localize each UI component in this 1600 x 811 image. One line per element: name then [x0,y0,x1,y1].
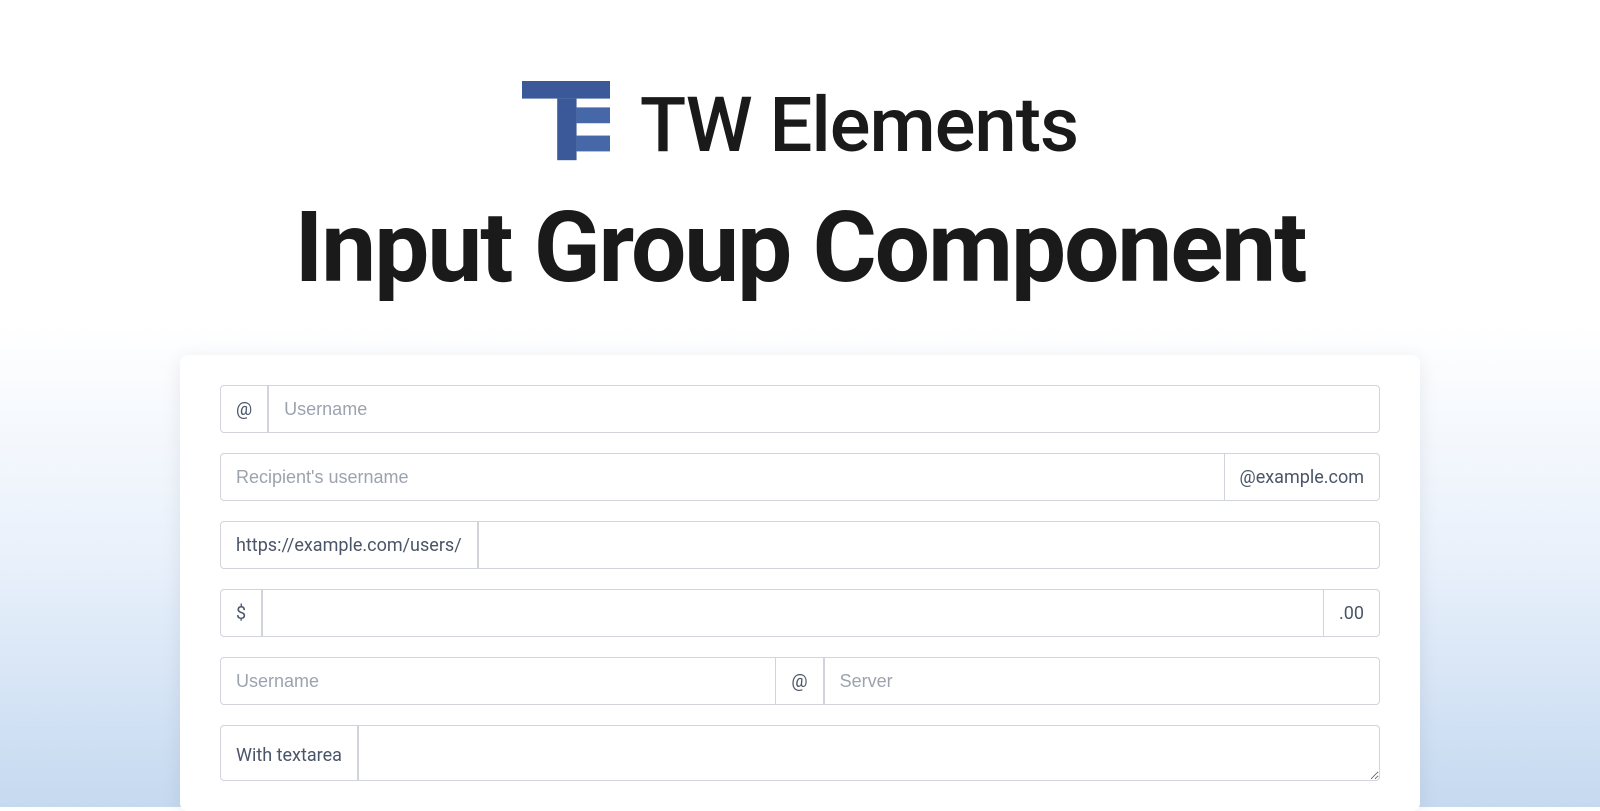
addon-currency-prefix: $ [220,589,262,637]
addon-url-prefix: https://example.com/users/ [220,521,478,569]
addon-at-middle: @ [776,657,823,705]
server-input[interactable] [824,657,1380,705]
page-title: Input Group Component [0,190,1600,305]
input-group-textarea: With textarea [220,725,1380,781]
addon-decimal-suffix: .00 [1324,589,1380,637]
page-header: TW Elements Input Group Component [0,0,1600,305]
brand-name: TW Elements [640,80,1078,170]
brand-row: TW Elements [0,80,1600,170]
url-path-input[interactable] [478,521,1380,569]
examples-card: @ @example.com https://example.com/users… [180,355,1420,811]
tw-elements-logo-icon [522,81,610,169]
input-group-username-prefix: @ [220,385,1380,433]
username-input-2[interactable] [220,657,776,705]
addon-domain-suffix: @example.com [1225,453,1380,501]
textarea-input[interactable] [358,725,1380,781]
addon-textarea-label: With textarea [220,725,358,781]
recipient-username-input[interactable] [220,453,1225,501]
input-group-url-prefix: https://example.com/users/ [220,521,1380,569]
addon-at-prefix: @ [220,385,268,433]
username-input[interactable] [268,385,1380,433]
input-group-currency: $ .00 [220,589,1380,637]
amount-input[interactable] [262,589,1324,637]
input-group-user-server: @ [220,657,1380,705]
input-group-recipient-suffix: @example.com [220,453,1380,501]
